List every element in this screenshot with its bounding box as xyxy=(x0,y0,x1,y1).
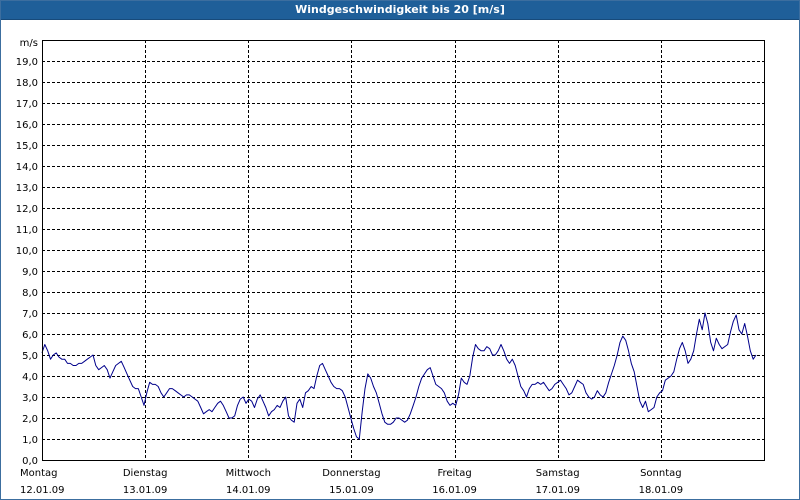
y-tick-label: 17,0 xyxy=(16,99,38,110)
x-tick-date-label: 17.01.09 xyxy=(535,485,580,496)
x-tick-day-label: Freitag xyxy=(437,468,471,479)
x-tick: Montag 12.01.09 xyxy=(20,468,65,496)
x-tick-date-label: 12.01.09 xyxy=(20,485,65,496)
x-tick-date-label: 13.01.09 xyxy=(123,485,168,496)
y-tick-label: 2,0 xyxy=(22,414,38,425)
x-tick: Sonntag 18.01.09 xyxy=(639,468,684,496)
grid-lines xyxy=(42,40,764,460)
y-tick-label: 11,0 xyxy=(16,225,38,236)
y-tick-label: 5,0 xyxy=(22,351,38,362)
x-tick-day-label: Mittwoch xyxy=(226,468,271,479)
y-tick-label: 7,0 xyxy=(22,309,38,320)
y-tick-label: 13,0 xyxy=(16,183,38,194)
x-tick-day-label: Montag xyxy=(20,468,57,479)
y-tick-label: 4,0 xyxy=(22,372,38,383)
y-tick-label: 9,0 xyxy=(22,267,38,278)
y-tick-label: 3,0 xyxy=(22,393,38,404)
x-tick: Freitag 16.01.09 xyxy=(432,468,477,496)
y-tick-label: 12,0 xyxy=(16,204,38,215)
x-axis-ticks: Montag 12.01.09 Dienstag 13.01.09 Mittwoch 14… xyxy=(20,468,683,496)
x-tick-day-label: Samstag xyxy=(536,468,580,479)
y-tick-label: 18,0 xyxy=(16,78,38,89)
y-tick-label: 14,0 xyxy=(16,162,38,173)
x-tick-day-label: Sonntag xyxy=(640,468,682,479)
x-tick: Dienstag 13.01.09 xyxy=(123,468,168,496)
y-tick-label: 1,0 xyxy=(22,435,38,446)
y-tick-label: 19,0 xyxy=(16,57,38,68)
y-tick-label: 10,0 xyxy=(16,246,38,257)
x-tick: Donnerstag 15.01.09 xyxy=(322,468,380,496)
x-tick-date-label: 18.01.09 xyxy=(639,485,684,496)
y-tick-label: 0,0 xyxy=(22,456,38,467)
y-axis-label: m/s xyxy=(20,38,38,49)
y-tick-label: 16,0 xyxy=(16,120,38,131)
y-axis-ticks: 0,0 1,0 2,0 3,0 4,0 5,0 6,0 7,0 8,0 9,0 10,0 11,0 12… xyxy=(16,57,38,467)
y-tick-label: 8,0 xyxy=(22,288,38,299)
x-tick-day-label: Donnerstag xyxy=(322,468,380,479)
y-tick-label: 15,0 xyxy=(16,141,38,152)
x-tick: Mittwoch 14.01.09 xyxy=(226,468,271,496)
x-tick-day-label: Dienstag xyxy=(123,468,168,479)
wind-speed-chart: 0,0 1,0 2,0 3,0 4,0 5,0 6,0 7,0 8,0 9,0 10,0 11,0 12… xyxy=(16,38,765,496)
y-tick-label: 6,0 xyxy=(22,330,38,341)
x-tick-date-label: 16.01.09 xyxy=(432,485,477,496)
x-tick: Samstag 17.01.09 xyxy=(535,468,580,496)
x-tick-date-label: 14.01.09 xyxy=(226,485,271,496)
x-tick-date-label: 15.01.09 xyxy=(329,485,374,496)
